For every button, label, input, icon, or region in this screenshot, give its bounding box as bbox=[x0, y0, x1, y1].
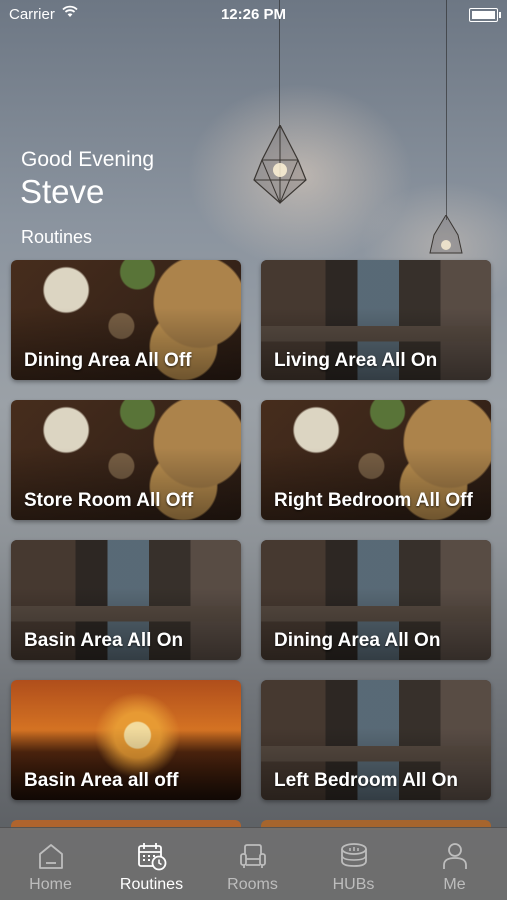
person-icon bbox=[442, 843, 467, 869]
routine-card-label: Left Bedroom All On bbox=[274, 770, 459, 791]
pendant-cord bbox=[446, 0, 447, 220]
routine-card[interactable]: Left Bedroom All On bbox=[261, 680, 491, 800]
routine-card[interactable]: Basin Area all off bbox=[11, 680, 241, 800]
routine-card-label: Basin Area all off bbox=[24, 770, 179, 791]
tab-home[interactable]: Home bbox=[0, 828, 101, 900]
battery-icon bbox=[469, 8, 501, 22]
tab-label: Rooms bbox=[227, 876, 278, 893]
user-name: Steve bbox=[20, 173, 105, 210]
tab-label: Me bbox=[443, 876, 466, 893]
routine-card-label: Right Bedroom All Off bbox=[274, 490, 473, 511]
home-icon bbox=[38, 844, 63, 869]
routine-card[interactable]: Living Area All On bbox=[261, 260, 491, 380]
tab-rooms[interactable]: Rooms bbox=[202, 828, 303, 900]
clock: 12:26 PM bbox=[220, 6, 287, 23]
app-screen: Carrier 12:26 PM Good Evening Steve Rout… bbox=[0, 0, 507, 900]
routine-card[interactable]: Dining Area All On bbox=[261, 540, 491, 660]
routine-card[interactable]: Basin Area All On bbox=[11, 540, 241, 660]
tab-label: Routines bbox=[119, 876, 184, 893]
greeting-text: Good Evening bbox=[21, 148, 155, 171]
tab-routines[interactable]: Routines bbox=[101, 828, 202, 900]
calendar-clock-icon bbox=[137, 843, 166, 871]
routine-card-label: Living Area All On bbox=[274, 350, 438, 371]
tab-bar: Home Routines Rooms HUBs Me bbox=[0, 827, 507, 900]
tab-hubs[interactable]: HUBs bbox=[303, 828, 404, 900]
section-title: Routines bbox=[21, 227, 93, 247]
status-bar: Carrier 12:26 PM bbox=[0, 0, 507, 28]
pendant-lamp-icon bbox=[429, 215, 463, 254]
routine-card[interactable]: Right Bedroom All Off bbox=[261, 400, 491, 520]
tab-label: HUBs bbox=[332, 876, 375, 893]
routine-card-label: Dining Area All On bbox=[274, 630, 441, 651]
hub-icon bbox=[340, 843, 367, 867]
routine-card-label: Store Room All Off bbox=[24, 490, 194, 511]
armchair-icon bbox=[239, 844, 266, 868]
routine-card[interactable]: Store Room All Off bbox=[11, 400, 241, 520]
routine-card[interactable]: Dining Area All Off bbox=[11, 260, 241, 380]
routine-card-label: Basin Area All On bbox=[24, 630, 184, 651]
tab-me[interactable]: Me bbox=[404, 828, 505, 900]
routine-card-label: Dining Area All Off bbox=[24, 350, 192, 371]
tab-label: Home bbox=[29, 876, 72, 893]
pendant-lamp-icon bbox=[253, 125, 307, 205]
